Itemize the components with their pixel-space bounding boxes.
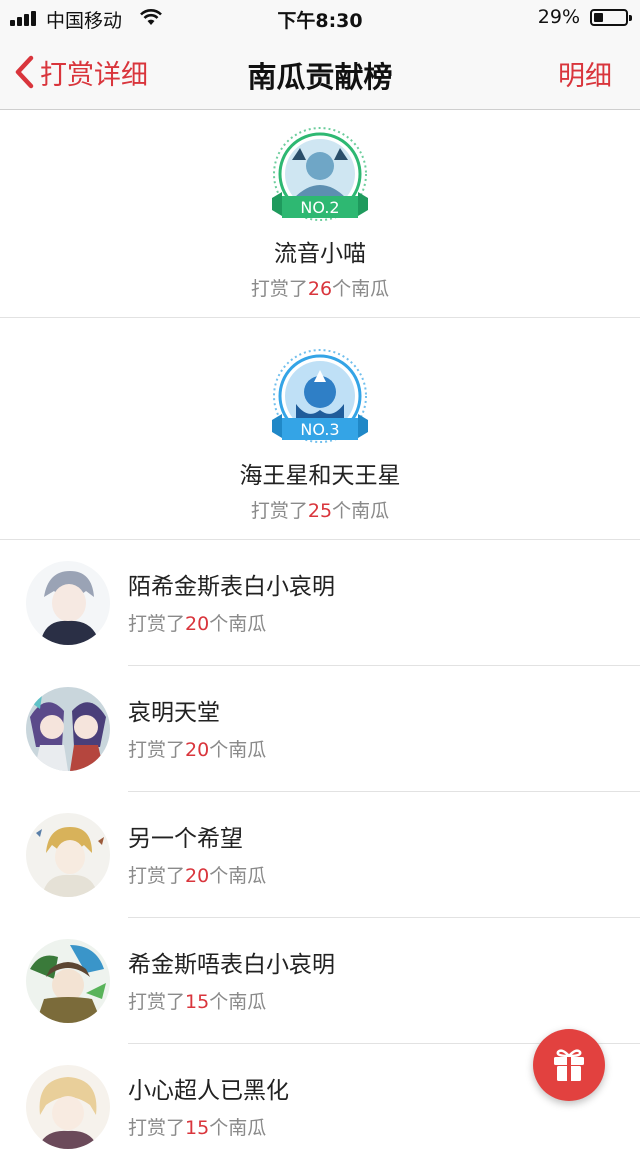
rank-label: NO.3 [300, 420, 340, 439]
podium-rank-2[interactable]: NO.2 流音小喵 打赏了26个南瓜 [0, 126, 640, 301]
battery-icon [590, 9, 632, 26]
avatar [26, 813, 110, 897]
podium-count: 打赏了26个南瓜 [250, 278, 390, 300]
list-item[interactable]: 另一个希望 打赏了20个南瓜 [0, 792, 640, 918]
avatar [26, 1065, 110, 1149]
battery-percent: 29% [537, 6, 580, 28]
rank-badge: NO.3 [260, 348, 380, 448]
detail-button[interactable]: 明细 [558, 54, 612, 93]
back-button[interactable]: 打赏详细 [14, 54, 148, 91]
navigation-bar: 打赏详细 南瓜贡献榜 明细 [0, 36, 640, 110]
user-name: 希金斯唔表白小哀明 [128, 952, 335, 978]
list-item[interactable]: 陌希金斯表白小哀明 打赏了20个南瓜 [0, 540, 640, 666]
user-name: 哀明天堂 [128, 700, 220, 726]
back-label: 打赏详细 [40, 59, 148, 91]
avatar [26, 687, 110, 771]
user-count: 打赏了20个南瓜 [128, 613, 267, 635]
user-count: 打赏了20个南瓜 [128, 739, 267, 761]
rank-badge: NO.2 [260, 126, 380, 226]
user-count: 打赏了15个南瓜 [128, 1117, 267, 1139]
podium-name: 流音小喵 [274, 241, 366, 267]
list-item[interactable]: 希金斯唔表白小哀明 打赏了15个南瓜 [0, 918, 640, 1044]
divider [0, 317, 640, 318]
podium-count: 打赏了25个南瓜 [250, 500, 390, 522]
gift-button[interactable] [533, 1029, 605, 1101]
user-name: 陌希金斯表白小哀明 [128, 574, 335, 600]
podium-rank-3[interactable]: NO.3 海王星和天王星 打赏了25个南瓜 [0, 348, 640, 523]
avatar [26, 939, 110, 1023]
podium-name: 海王星和天王星 [239, 463, 401, 489]
user-count: 打赏了15个南瓜 [128, 991, 267, 1013]
list-item[interactable]: 哀明天堂 打赏了20个南瓜 [0, 666, 640, 792]
status-bar: 中国移动 下午8:30 29% [0, 0, 640, 36]
user-name: 另一个希望 [128, 826, 243, 852]
user-name: 小心超人已黑化 [128, 1078, 289, 1104]
avatar [26, 561, 110, 645]
chevron-left-icon [15, 55, 34, 89]
rank-label: NO.2 [300, 198, 340, 217]
user-count: 打赏了20个南瓜 [128, 865, 267, 887]
gift-icon [554, 1049, 584, 1081]
